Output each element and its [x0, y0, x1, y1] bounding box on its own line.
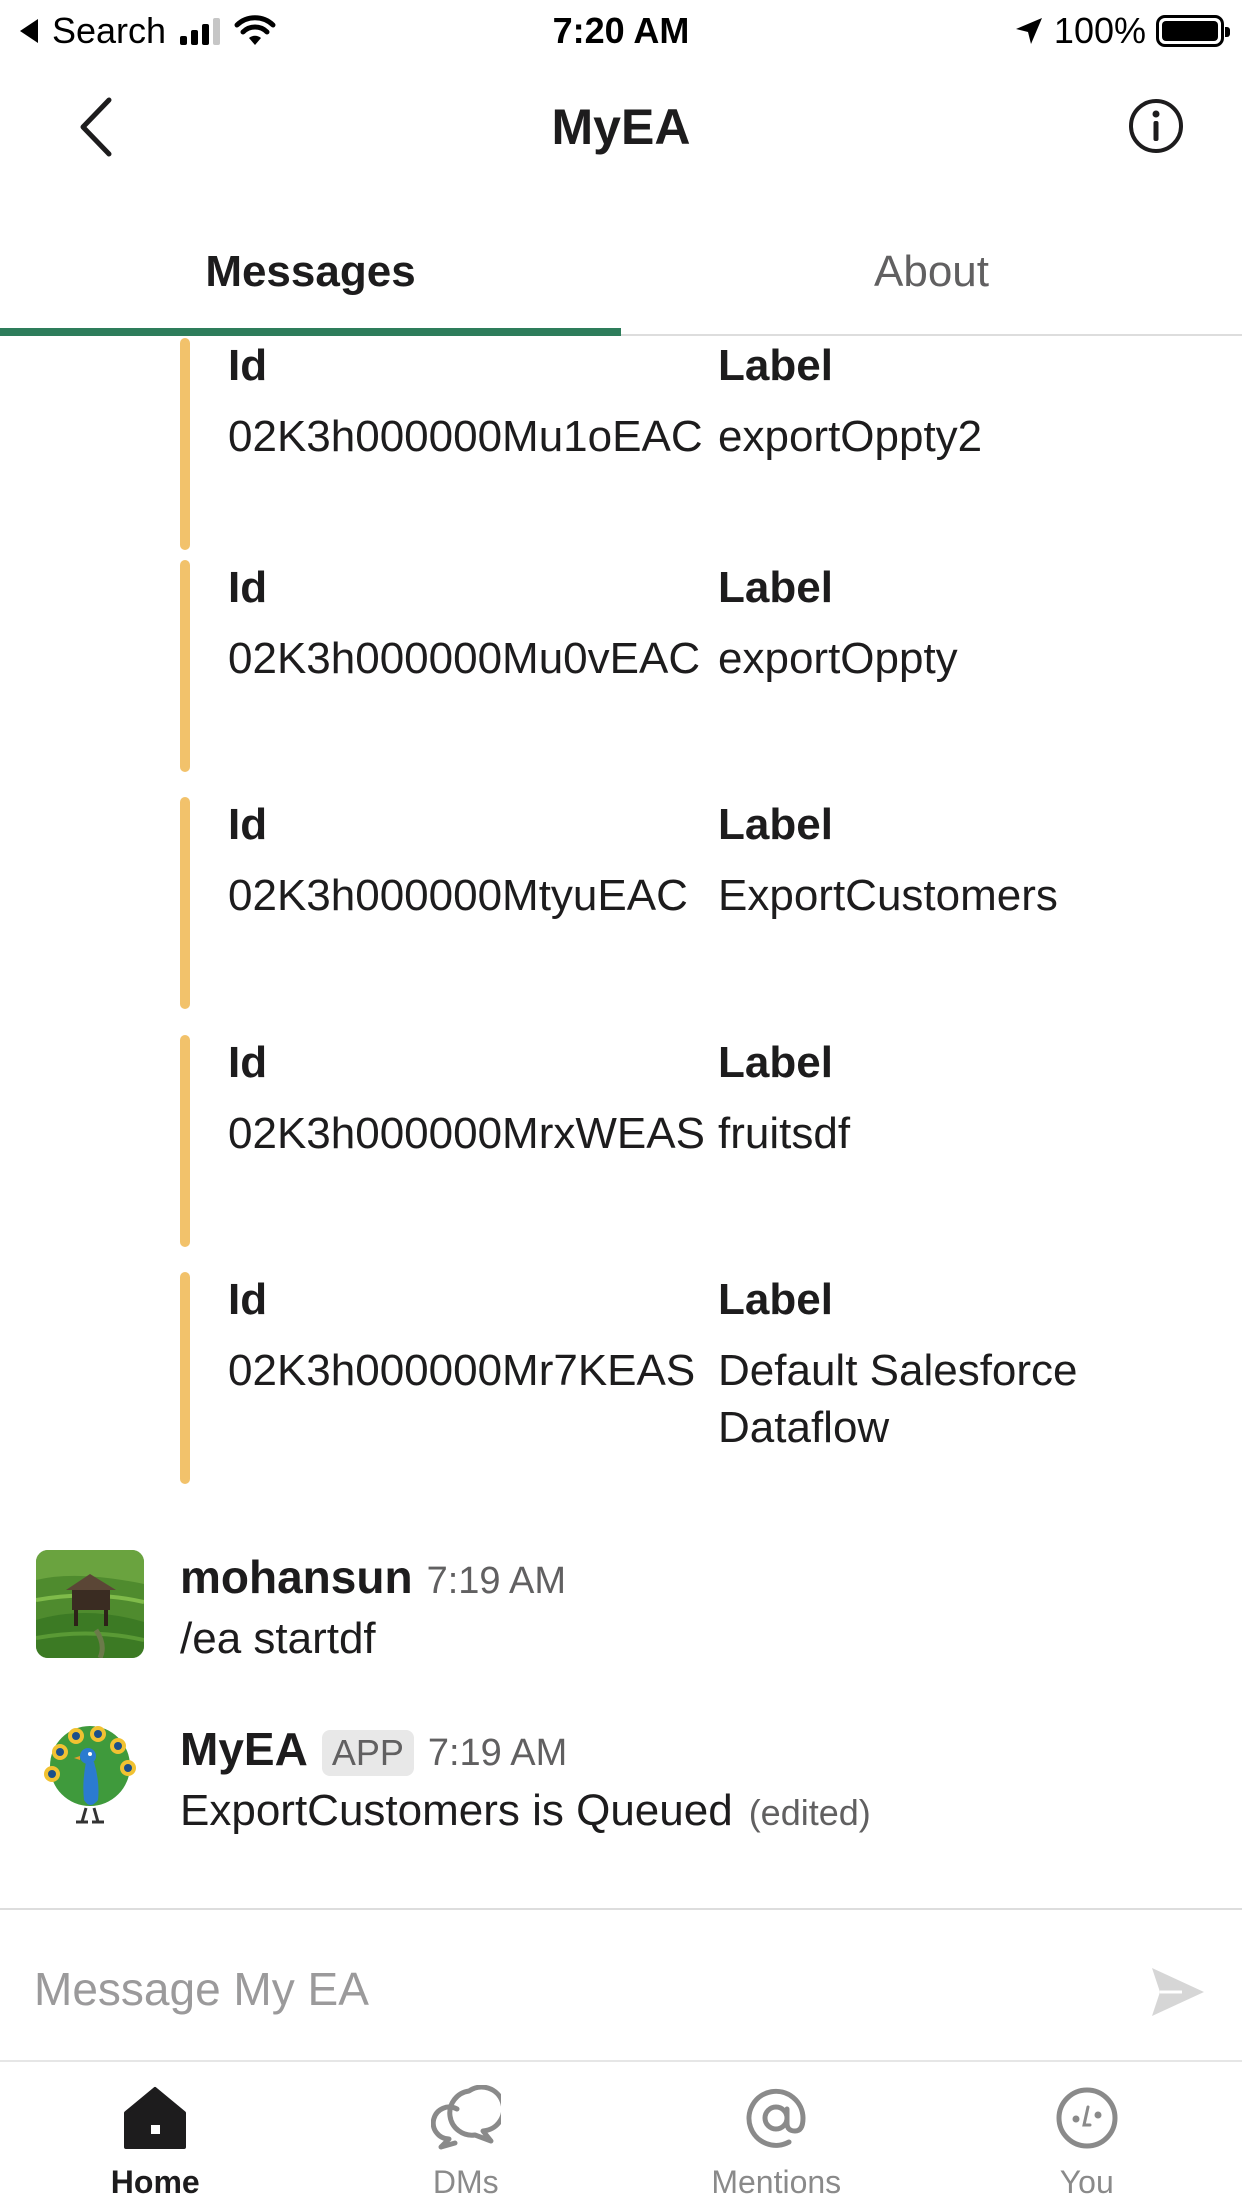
label-field: Label Default Salesforce Dataflow: [718, 1272, 1158, 1456]
attachment-bar: [180, 797, 190, 1009]
tab-label: Mentions: [711, 2164, 842, 2200]
tab-messages[interactable]: Messages: [0, 210, 621, 336]
status-bar: Search 7:20 AM 100%: [0, 0, 1242, 62]
message-time: 7:19 AM: [427, 1732, 568, 1774]
author-name[interactable]: MyEA: [180, 1722, 308, 1776]
message-text-row: ExportCustomers is Queued (edited): [180, 1786, 871, 1836]
label-field: Label fruitsdf: [718, 1035, 1158, 1162]
message-time: 7:19 AM: [426, 1560, 566, 1602]
field-title: Id: [228, 341, 268, 390]
field-value: 02K3h000000Mu0vEAC: [228, 634, 701, 683]
id-field: Id 02K3h000000MtyuEAC: [228, 797, 718, 924]
tab-dms[interactable]: DMs: [311, 2062, 622, 2208]
message-list[interactable]: Id 02K3h000000Mu1oEAC Label exportOppty2…: [0, 338, 1242, 1908]
message-input[interactable]: [34, 1954, 1084, 2024]
field-title: Id: [228, 563, 268, 612]
field-value: 02K3h000000Mu1oEAC: [228, 412, 703, 461]
attachment-block: Id 02K3h000000Mr7KEAS Label Default Sale…: [180, 1272, 1180, 1484]
id-field: Id 02K3h000000Mu0vEAC: [228, 560, 718, 687]
label-field: Label exportOppty: [718, 560, 1158, 687]
tab-about[interactable]: About: [621, 210, 1242, 334]
tab-label: Home: [110, 2164, 200, 2200]
field-title: Label: [718, 1275, 833, 1324]
tab-you[interactable]: You: [932, 2062, 1242, 2208]
field-value: ExportCustomers: [718, 871, 1058, 920]
message-header: MyEA APP 7:19 AM: [180, 1722, 871, 1776]
tab-label: DMs: [432, 2164, 499, 2200]
info-button[interactable]: [1126, 96, 1186, 156]
label-field: Label exportOppty2: [718, 338, 1158, 465]
field-title: Label: [718, 563, 833, 612]
message-text: /ea startdf: [180, 1614, 376, 1663]
send-icon: [1152, 1968, 1204, 2016]
avatar[interactable]: [36, 1722, 144, 1830]
id-field: Id 02K3h000000MrxWEAS: [228, 1035, 718, 1162]
field-value: 02K3h000000Mr7KEAS: [228, 1346, 696, 1395]
field-title: Label: [718, 341, 833, 390]
field-value: Default Salesforce Dataflow: [718, 1346, 1078, 1452]
field-value: fruitsdf: [718, 1109, 851, 1158]
author-name[interactable]: mohansun: [180, 1550, 413, 1604]
channel-tabs: Messages About: [0, 210, 1242, 336]
attachment-block: Id 02K3h000000MrxWEAS Label fruitsdf: [180, 1035, 1180, 1247]
field-value: exportOppty2: [718, 412, 983, 461]
battery-percent: 100%: [1053, 10, 1146, 51]
attachment-bar: [180, 338, 190, 550]
message-header: mohansun 7:19 AM: [180, 1550, 566, 1604]
attachment-bar: [180, 560, 190, 772]
nav-header: MyEA: [0, 62, 1242, 190]
mentions-icon: [740, 2082, 812, 2154]
field-value: exportOppty: [718, 634, 958, 683]
send-button[interactable]: [1146, 1960, 1210, 2024]
location-arrow-icon: [1015, 18, 1042, 44]
field-title: Label: [718, 800, 833, 849]
tab-home[interactable]: Home: [0, 2062, 311, 2208]
message-text: ExportCustomers is Queued: [180, 1786, 733, 1835]
avatar[interactable]: [36, 1550, 144, 1658]
message-body: MyEA APP 7:19 AM ExportCustomers is Queu…: [180, 1722, 871, 1836]
status-right: 100%: [1014, 10, 1230, 52]
field-title: Id: [228, 1275, 268, 1324]
field-value: 02K3h000000MtyuEAC: [228, 871, 688, 920]
peacock-avatar-image: [44, 1726, 136, 1824]
page-title: MyEA: [551, 99, 691, 155]
attachment-bar: [180, 1272, 190, 1484]
edited-label: (edited): [748, 1792, 871, 1833]
field-value: 02K3h000000MrxWEAS: [228, 1109, 705, 1158]
field-title: Label: [718, 1038, 833, 1087]
message-body: mohansun 7:19 AM /ea startdf: [180, 1550, 566, 1664]
you-icon: [1051, 2082, 1123, 2154]
label-field: Label ExportCustomers: [718, 797, 1158, 924]
field-title: Id: [228, 1038, 268, 1087]
info-icon: [1129, 99, 1183, 153]
dms-icon: [430, 2082, 502, 2154]
attachment-block: Id 02K3h000000Mu0vEAC Label exportOppty: [180, 560, 1180, 772]
id-field: Id 02K3h000000Mu1oEAC: [228, 338, 718, 465]
app-badge: APP: [321, 1730, 414, 1776]
field-hut-avatar-image: [36, 1550, 144, 1658]
bottom-tab-bar: Home DMs Mentions You: [0, 2060, 1242, 2208]
attachment-bar: [180, 1035, 190, 1247]
battery-icon: [1156, 15, 1230, 47]
tab-mentions[interactable]: Mentions: [621, 2062, 932, 2208]
home-icon: [119, 2082, 191, 2154]
tab-label: You: [1059, 2164, 1114, 2200]
id-field: Id 02K3h000000Mr7KEAS: [228, 1272, 718, 1399]
field-title: Id: [228, 800, 268, 849]
attachment-block: Id 02K3h000000MtyuEAC Label ExportCustom…: [180, 797, 1180, 1009]
message-composer: [0, 1908, 1242, 2060]
attachment-block: Id 02K3h000000Mu1oEAC Label exportOppty2: [180, 338, 1180, 550]
